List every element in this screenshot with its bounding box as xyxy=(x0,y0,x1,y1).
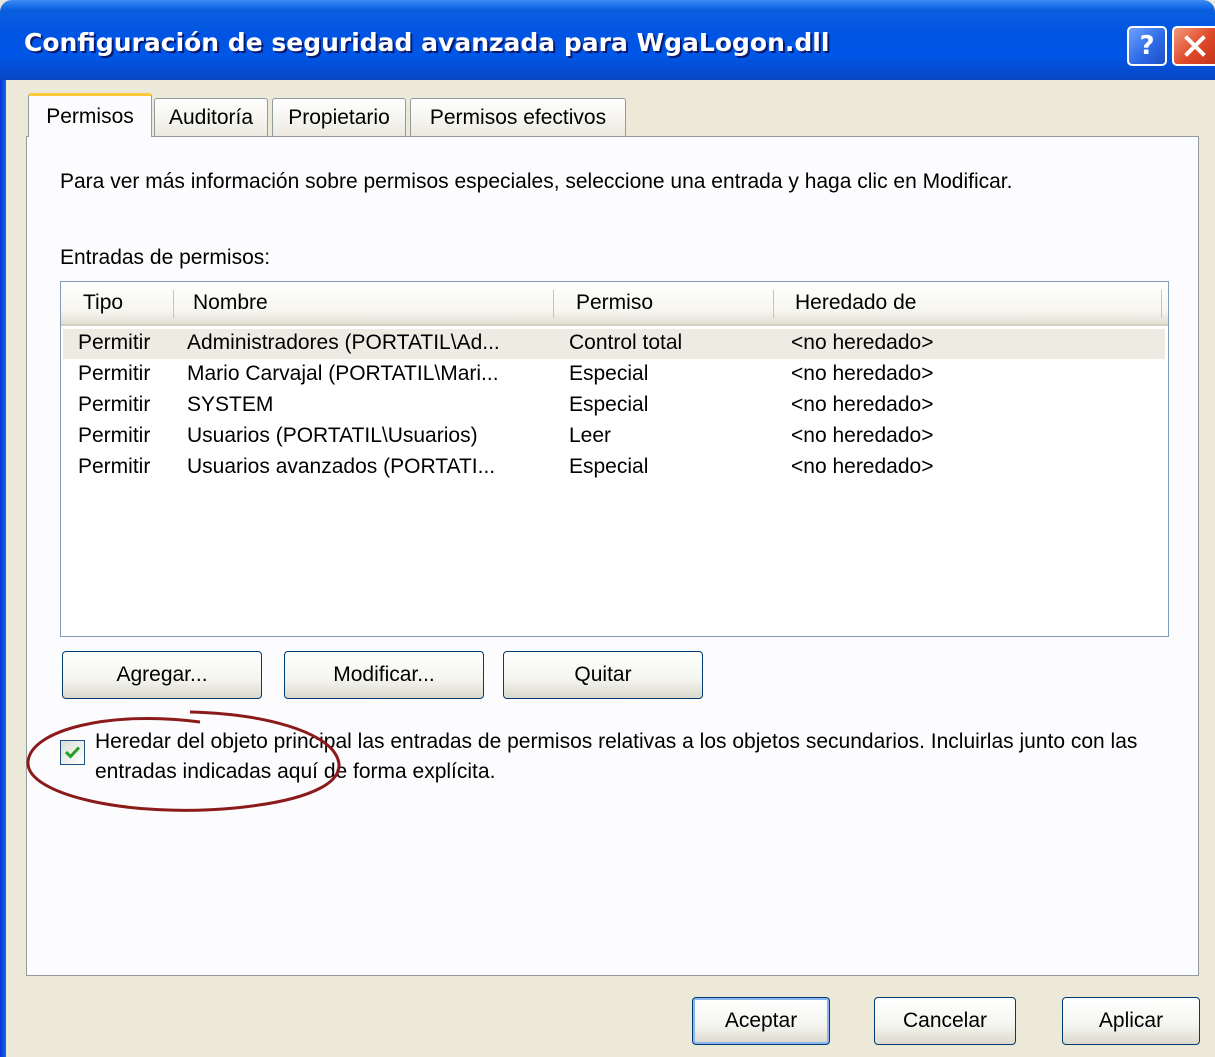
cell-permiso: Especial xyxy=(569,455,649,478)
tab-label: Propietario xyxy=(288,105,390,129)
window-title: Configuración de seguridad avanzada para… xyxy=(24,28,830,57)
title-bar[interactable]: Configuración de seguridad avanzada para… xyxy=(0,0,1215,80)
add-button[interactable]: Agregar... xyxy=(62,651,262,699)
info-text: Para ver más información sobre permisos … xyxy=(60,170,1013,193)
inherit-checkbox-label[interactable]: Heredar del objeto principal las entrada… xyxy=(95,727,1185,787)
table-row[interactable]: Permitir Usuarios avanzados (PORTATI... … xyxy=(63,453,1165,483)
cell-tipo: Permitir xyxy=(78,362,151,385)
tab-label: Auditoría xyxy=(168,105,254,129)
cell-nombre: Mario Carvajal (PORTATIL\Mari... xyxy=(187,362,499,385)
permission-entries-list[interactable]: Tipo Nombre Permiso Heredado de Permitir… xyxy=(60,281,1169,637)
cell-heredado: <no heredado> xyxy=(791,362,934,385)
cell-tipo: Permitir xyxy=(78,424,151,447)
tab-permisos-efectivos[interactable]: Permisos efectivos xyxy=(410,98,626,136)
column-header-heredado[interactable]: Heredado de xyxy=(795,282,1155,324)
window-frame xyxy=(0,80,6,1057)
help-button[interactable]: ? xyxy=(1127,26,1167,66)
cell-nombre: Usuarios (PORTATIL\Usuarios) xyxy=(187,424,478,447)
button-label: Quitar xyxy=(574,663,632,686)
close-button[interactable] xyxy=(1172,26,1215,66)
button-label: Aplicar xyxy=(1098,1009,1164,1032)
tab-label: Permisos xyxy=(46,104,134,128)
remove-button[interactable]: Quitar xyxy=(503,651,703,699)
entries-label: Entradas de permisos: xyxy=(60,246,271,269)
cell-nombre: Usuarios avanzados (PORTATI... xyxy=(187,455,496,478)
cell-nombre: SYSTEM xyxy=(187,393,274,416)
ok-button[interactable]: Aceptar xyxy=(692,997,830,1045)
tab-propietario[interactable]: Propietario xyxy=(272,98,406,136)
cell-heredado: <no heredado> xyxy=(791,393,934,416)
cancel-button[interactable]: Cancelar xyxy=(874,997,1016,1045)
tab-label: Permisos efectivos xyxy=(429,105,607,129)
modify-button[interactable]: Modificar... xyxy=(284,651,484,699)
cell-tipo: Permitir xyxy=(78,393,151,416)
checkmark-icon xyxy=(64,746,81,759)
column-separator[interactable] xyxy=(553,290,554,318)
button-label: Cancelar xyxy=(902,1009,988,1032)
tab-permisos[interactable]: Permisos xyxy=(28,93,152,137)
close-icon xyxy=(1183,35,1206,57)
column-separator[interactable] xyxy=(773,290,774,318)
button-label: Modificar... xyxy=(333,663,435,686)
cell-heredado: <no heredado> xyxy=(791,424,934,447)
column-header-nombre[interactable]: Nombre xyxy=(193,282,548,324)
cell-nombre: Administradores (PORTATIL\Ad... xyxy=(187,331,500,354)
tab-auditoria[interactable]: Auditoría xyxy=(154,98,268,136)
table-row[interactable]: Permitir Mario Carvajal (PORTATIL\Mari..… xyxy=(63,360,1165,390)
help-icon: ? xyxy=(1139,31,1155,61)
table-row[interactable]: Permitir Usuarios (PORTATIL\Usuarios) Le… xyxy=(63,422,1165,452)
column-separator[interactable] xyxy=(173,290,174,318)
column-label: Nombre xyxy=(193,291,268,314)
cell-tipo: Permitir xyxy=(78,455,151,478)
cell-permiso: Especial xyxy=(569,393,649,416)
cell-permiso: Control total xyxy=(569,331,683,354)
column-label: Tipo xyxy=(83,291,124,314)
button-label: Agregar... xyxy=(116,663,208,686)
cell-permiso: Especial xyxy=(569,362,649,385)
cell-tipo: Permitir xyxy=(78,331,151,354)
security-dialog: Configuración de seguridad avanzada para… xyxy=(0,0,1215,1057)
apply-button[interactable]: Aplicar xyxy=(1062,997,1200,1045)
column-label: Heredado de xyxy=(795,291,917,314)
column-header-permiso[interactable]: Permiso xyxy=(576,282,766,324)
cell-heredado: <no heredado> xyxy=(791,455,934,478)
cell-heredado: <no heredado> xyxy=(791,331,934,354)
column-separator[interactable] xyxy=(1161,290,1162,318)
table-row[interactable]: Permitir SYSTEM Especial <no heredado> xyxy=(63,391,1165,421)
cell-permiso: Leer xyxy=(569,424,612,447)
inherit-checkbox[interactable] xyxy=(60,740,85,765)
column-header-tipo[interactable]: Tipo xyxy=(83,282,171,324)
button-label: Aceptar xyxy=(724,1009,798,1032)
table-row[interactable]: Permitir Administradores (PORTATIL\Ad...… xyxy=(63,329,1165,359)
column-label: Permiso xyxy=(576,291,654,314)
list-header: Tipo Nombre Permiso Heredado de xyxy=(61,282,1168,326)
